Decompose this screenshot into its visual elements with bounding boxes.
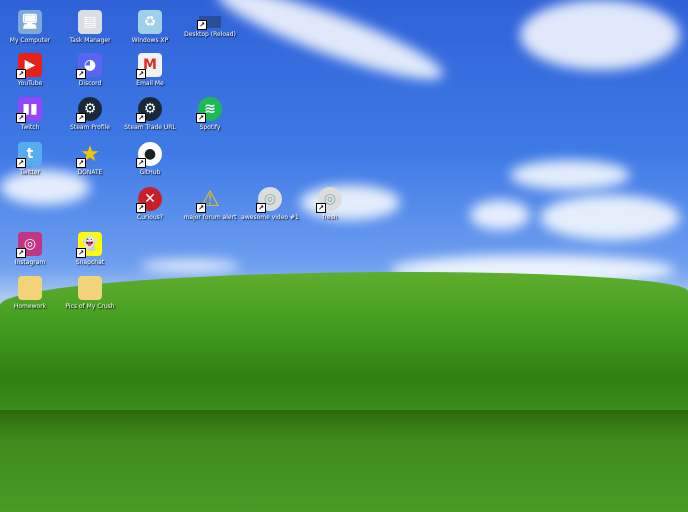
snapchat-icon: 👻 ↗: [76, 232, 102, 258]
shortcut-arrow-icon: ↗: [196, 113, 206, 123]
desktop-icon-label: Task Manager: [69, 37, 111, 44]
desktop-icon-fresh[interactable]: ◎ ↗ fresh: [300, 187, 360, 221]
shortcut-arrow-icon: ↗: [16, 113, 26, 123]
desktop-icon-awesome-video-1[interactable]: ◎ ↗ awesome video #1: [240, 187, 300, 221]
shortcut-arrow-icon: ↗: [16, 158, 26, 168]
cloud: [540, 195, 680, 240]
shortcut-arrow-icon: ↗: [197, 20, 207, 30]
shortcut-arrow-icon: ↗: [76, 113, 86, 123]
gmail-icon: M ↗: [136, 53, 162, 79]
shortcut-arrow-icon: ↗: [16, 248, 26, 258]
shortcut-arrow-icon: ↗: [16, 69, 26, 79]
desktop-icon-label: DONATE: [77, 169, 103, 176]
shortcut-arrow-icon: ↗: [256, 203, 266, 213]
desktop-icon-email-me[interactable]: M ↗ Email Me: [120, 53, 180, 87]
desktop-icon-label: Curious?: [137, 214, 163, 221]
desktop-icon-desktop-reload[interactable]: ↗ Desktop (Reload): [180, 10, 240, 38]
shortcut-arrow-icon: ↗: [76, 248, 86, 258]
desktop-icon-curious[interactable]: ✕ ↗ Curious?: [120, 187, 180, 221]
desktop-icon-label: Instagram: [14, 259, 46, 266]
grass-foreground: [0, 410, 688, 512]
desktop-icon-instagram[interactable]: ◎ ↗ Instagram: [0, 232, 60, 266]
shortcut-arrow-icon: ↗: [136, 113, 146, 123]
cd-icon: ◎ ↗: [256, 187, 282, 213]
desktop-icon-label: Homework: [13, 303, 47, 310]
desktop-icon-twitter[interactable]: t ↗ Twitter: [0, 142, 60, 176]
desktop-icon-label: GitHub: [139, 169, 161, 176]
desktop-icon-label: Windows XP: [131, 37, 169, 44]
desktop-icon: ↗: [197, 16, 221, 30]
discord-icon: ◕ ↗: [76, 53, 102, 79]
shortcut-arrow-icon: ↗: [76, 158, 86, 168]
desktop-icon-label: fresh: [322, 214, 338, 221]
desktop-icon-label: Pics of My Crush: [65, 303, 115, 310]
desktop-icon-steam-trade-url[interactable]: ⚙ ↗ Steam Trade URL: [120, 97, 180, 131]
desktop-icon-label: Discord: [78, 80, 102, 87]
folder-icon: [18, 276, 42, 300]
steam-icon: ⚙ ↗: [76, 97, 102, 123]
star-icon: ★ ↗: [76, 142, 102, 168]
cloud: [470, 200, 530, 230]
cd-icon: ◎ ↗: [316, 187, 342, 213]
cloud: [520, 0, 680, 70]
desktop-icon-steam-profile[interactable]: ⚙ ↗ Steam Profile: [60, 97, 120, 131]
desktop-icon-label: My Computer: [9, 37, 51, 44]
shortcut-arrow-icon: ↗: [136, 203, 146, 213]
desktop-icon-label: Twitter: [19, 169, 41, 176]
desktop-icon-label: major forum alert: [183, 214, 237, 221]
desktop-icon-homework[interactable]: Homework: [0, 276, 60, 310]
youtube-icon: ▶ ↗: [16, 53, 42, 79]
desktop-icon-donate[interactable]: ★ ↗ DONATE: [60, 142, 120, 176]
desktop-icon-label: awesome video #1: [241, 214, 299, 221]
spotify-icon: ≋ ↗: [196, 97, 222, 123]
github-icon: ● ↗: [136, 142, 162, 168]
computer-icon: 🖥: [18, 10, 42, 34]
desktop-icon-major-forum-alert[interactable]: ⚠ ↗ major forum alert: [180, 187, 240, 222]
desktop-icon-label: Spotify: [199, 124, 221, 131]
desktop-icon-spotify[interactable]: ≋ ↗ Spotify: [180, 97, 240, 131]
cloud: [510, 160, 630, 190]
twitch-icon: ▮▮ ↗: [16, 97, 42, 123]
desktop-icon-label: Twitch: [20, 124, 40, 131]
desktop-icon-pics-of-my-crush[interactable]: Pics of My Crush: [60, 276, 120, 310]
desktop-icon-discord[interactable]: ◕ ↗ Discord: [60, 53, 120, 87]
desktop-icon-label: Steam Profile: [70, 124, 110, 131]
desktop-icon-label: Snapchat: [75, 259, 105, 266]
twitter-icon: t ↗: [16, 142, 42, 168]
desktop-icon-snapchat[interactable]: 👻 ↗ Snapchat: [60, 232, 120, 266]
desktop-icon-my-computer[interactable]: 🖥 My Computer: [0, 10, 60, 44]
desktop-icon-label: Steam Trade URL: [124, 124, 176, 131]
error-icon: ✕ ↗: [136, 187, 162, 213]
shortcut-arrow-icon: ↗: [316, 203, 326, 213]
instagram-icon: ◎ ↗: [16, 232, 42, 258]
shortcut-arrow-icon: ↗: [136, 69, 146, 79]
desktop-icon-twitch[interactable]: ▮▮ ↗ Twitch: [0, 97, 60, 131]
shortcut-arrow-icon: ↗: [136, 158, 146, 168]
folder-icon: [78, 276, 102, 300]
warning-icon: ⚠ ↗: [196, 187, 222, 213]
shortcut-arrow-icon: ↗: [76, 69, 86, 79]
desktop-icon-youtube[interactable]: ▶ ↗ YouTube: [0, 53, 60, 87]
desktop-icon-task-manager[interactable]: ▤ Task Manager: [60, 10, 120, 44]
desktop-icon-label: Email Me: [136, 80, 164, 87]
cloud: [140, 260, 240, 272]
task-manager-icon: ▤: [78, 10, 102, 34]
desktop-icon-label: Desktop (Reload): [184, 31, 236, 38]
desktop-icon-github[interactable]: ● ↗ GitHub: [120, 142, 180, 176]
shortcut-arrow-icon: ↗: [196, 203, 206, 213]
recycle-bin-icon: ♻: [138, 10, 162, 34]
desktop-icon-label: YouTube: [17, 80, 43, 87]
cloud: [210, 0, 450, 94]
steam-icon: ⚙ ↗: [136, 97, 162, 123]
desktop-icon-windows-xp[interactable]: ♻ Windows XP: [120, 10, 180, 44]
